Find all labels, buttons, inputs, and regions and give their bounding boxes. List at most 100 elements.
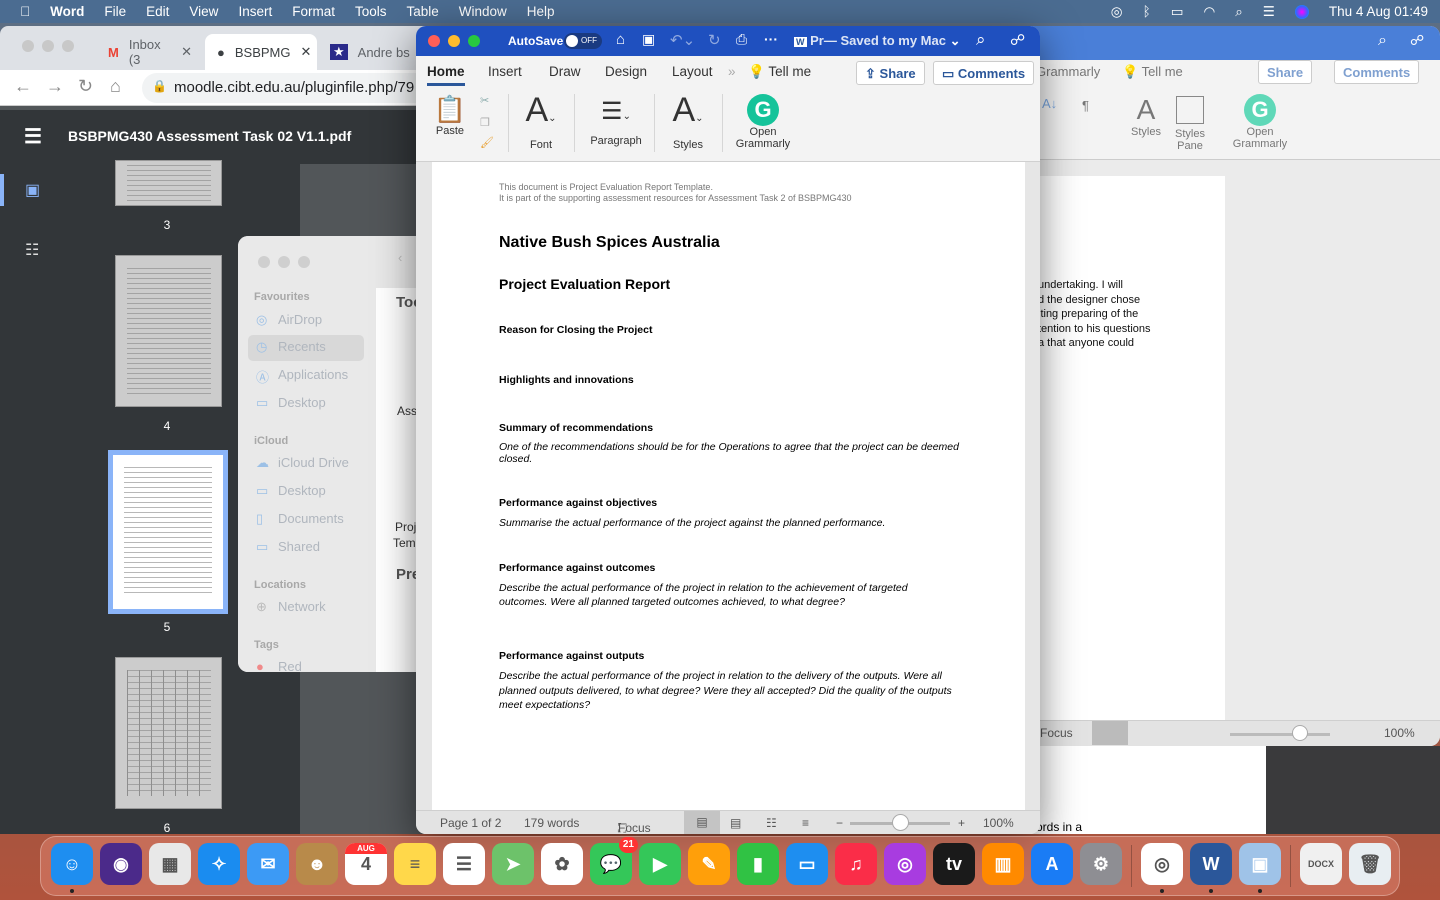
- search-icon[interactable]: ⌕: [976, 30, 986, 50]
- sidebar-item-desktop[interactable]: ▭ Desktop: [248, 391, 364, 417]
- dock-pages[interactable]: ✎: [688, 843, 730, 885]
- menu-format[interactable]: Format: [292, 4, 335, 19]
- page-count[interactable]: Page 1 of 2: [440, 816, 501, 830]
- close-window-button[interactable]: [258, 256, 270, 268]
- undo-icon[interactable]: ↶⌄: [670, 31, 695, 49]
- zoom-window-button[interactable]: [62, 40, 74, 52]
- dock-word[interactable]: W: [1190, 843, 1232, 885]
- share-button[interactable]: Share: [1258, 60, 1313, 84]
- outline-icon[interactable]: ☷: [25, 240, 39, 260]
- back-icon[interactable]: ‹: [398, 250, 402, 265]
- dock-notes[interactable]: ≡: [394, 843, 436, 885]
- tab-design[interactable]: Design: [605, 64, 647, 79]
- apple-menu-icon[interactable]: : [20, 4, 30, 19]
- page-thumbnail[interactable]: [115, 657, 222, 809]
- dock-keynote[interactable]: ▭: [786, 843, 828, 885]
- close-tab-icon[interactable]: ✕: [300, 44, 311, 60]
- tab-bsbpmg[interactable]: ● BSBPMG ✕: [205, 34, 317, 70]
- battery-icon[interactable]: ▭: [1171, 4, 1184, 20]
- tab-draw[interactable]: Draw: [549, 64, 581, 79]
- comments-button[interactable]: ▭ Comments: [933, 61, 1035, 85]
- more-icon[interactable]: ···: [764, 31, 778, 47]
- styles-button[interactable]: A Styles: [1124, 94, 1168, 138]
- sort-icon[interactable]: A↓: [1042, 96, 1057, 111]
- dock-contacts[interactable]: ☻: [296, 843, 338, 885]
- tell-me[interactable]: 💡 Tell me: [748, 64, 811, 80]
- dock-chrome[interactable]: ◎: [1141, 843, 1183, 885]
- page-thumbnail[interactable]: [115, 160, 222, 206]
- tab-andre[interactable]: ★ Andre bs: [318, 34, 428, 70]
- print-layout-icon[interactable]: ▤: [684, 811, 720, 834]
- sidebar-item-recents[interactable]: ◷ Recents: [248, 335, 364, 361]
- sidebar-item-applications[interactable]: Ⓐ Applications: [248, 363, 364, 389]
- font-button[interactable]: A⌄ Font: [516, 90, 566, 151]
- format-painter-icon[interactable]: 🖌: [480, 136, 494, 149]
- save-icon[interactable]: ▣: [642, 31, 655, 48]
- dock-app-store[interactable]: A: [1031, 843, 1073, 885]
- zoom-level[interactable]: 100%: [983, 816, 1014, 830]
- redo-icon[interactable]: ↻: [708, 31, 721, 49]
- autosave-toggle[interactable]: OFF: [564, 33, 602, 49]
- file-name[interactable]: Proj: [395, 520, 416, 534]
- menu-app-name[interactable]: Word: [50, 4, 84, 19]
- minimize-window-button[interactable]: [448, 35, 460, 47]
- share-button[interactable]: ⇪ Share: [856, 61, 925, 85]
- control-center-icon[interactable]: ☰: [1263, 4, 1275, 20]
- tab-grammarly[interactable]: Grammarly: [1036, 64, 1100, 79]
- zoom-slider-thumb[interactable]: [1292, 725, 1308, 741]
- menu-file[interactable]: File: [104, 4, 126, 19]
- tab-inbox[interactable]: M Inbox (3 ✕: [96, 34, 204, 70]
- menu-table[interactable]: Table: [406, 4, 438, 19]
- siri-icon[interactable]: [1294, 4, 1309, 19]
- wifi-icon[interactable]: ◠: [1203, 4, 1215, 20]
- page-thumbnail[interactable]: [115, 255, 222, 407]
- cut-icon[interactable]: ✂: [480, 94, 489, 107]
- close-window-button[interactable]: [428, 35, 440, 47]
- airdrop-icon[interactable]: ◎: [1111, 4, 1123, 20]
- dock-maps[interactable]: ➤: [492, 843, 534, 885]
- sidebar-item-icloud-drive[interactable]: ☁ iCloud Drive: [248, 451, 364, 477]
- close-tab-icon[interactable]: ✕: [181, 44, 192, 60]
- menu-view[interactable]: View: [189, 4, 218, 19]
- dock-finder[interactable]: ☺: [51, 843, 93, 885]
- dock-document[interactable]: DOCX: [1300, 843, 1342, 885]
- sidebar-item-airdrop[interactable]: ◎ AirDrop: [248, 308, 364, 334]
- outline-icon[interactable]: ☷: [766, 816, 777, 830]
- dock-safari[interactable]: ✧: [198, 843, 240, 885]
- print-layout-icon[interactable]: [1092, 721, 1128, 745]
- hamburger-menu-icon[interactable]: ☰: [24, 124, 42, 149]
- draft-icon[interactable]: ≡: [802, 816, 809, 830]
- dock-tv[interactable]: tv: [933, 843, 975, 885]
- menu-help[interactable]: Help: [527, 4, 555, 19]
- styles-pane-button[interactable]: Styles Pane: [1170, 94, 1210, 152]
- page-thumbnail-selected[interactable]: [108, 450, 228, 614]
- dock-books[interactable]: ▥: [982, 843, 1024, 885]
- document-title[interactable]: W Pr— Saved to my Mac ⌄: [794, 33, 960, 49]
- styles-button[interactable]: A⌄ Styles: [662, 90, 714, 151]
- reload-icon[interactable]: ↻: [78, 76, 93, 97]
- zoom-level[interactable]: 100%: [1384, 726, 1415, 740]
- share-people-icon[interactable]: ☍: [1410, 32, 1424, 49]
- sidebar-item-documents[interactable]: ▯ Documents: [248, 507, 364, 533]
- minimize-window-button[interactable]: [42, 40, 54, 52]
- dock-numbers[interactable]: ▮: [737, 843, 779, 885]
- minimize-window-button[interactable]: [278, 256, 290, 268]
- tell-me[interactable]: 💡 Tell me: [1122, 64, 1183, 80]
- back-icon[interactable]: ←: [14, 76, 32, 97]
- file-name[interactable]: Ass: [397, 404, 417, 418]
- web-layout-icon[interactable]: ▤: [730, 816, 741, 830]
- menu-edit[interactable]: Edit: [146, 4, 169, 19]
- word-count[interactable]: 179 words: [524, 816, 579, 830]
- focus-button[interactable]: Focus: [1040, 726, 1073, 740]
- dock-launchpad[interactable]: ▦: [149, 843, 191, 885]
- comments-button[interactable]: Comments: [1334, 60, 1420, 84]
- open-grammarly-button[interactable]: G Open Grammarly: [1228, 94, 1292, 150]
- tab-home[interactable]: Home: [427, 64, 465, 86]
- pilcrow-icon[interactable]: ¶: [1082, 98, 1089, 113]
- copy-icon[interactable]: ❐: [480, 116, 490, 129]
- forward-icon[interactable]: →: [46, 76, 64, 97]
- zoom-in-button[interactable]: +: [958, 816, 965, 830]
- zoom-out-button[interactable]: −: [836, 816, 843, 830]
- thumbnails-icon[interactable]: ▣: [25, 180, 40, 200]
- sidebar-item-tag-red[interactable]: ● Red: [248, 655, 364, 672]
